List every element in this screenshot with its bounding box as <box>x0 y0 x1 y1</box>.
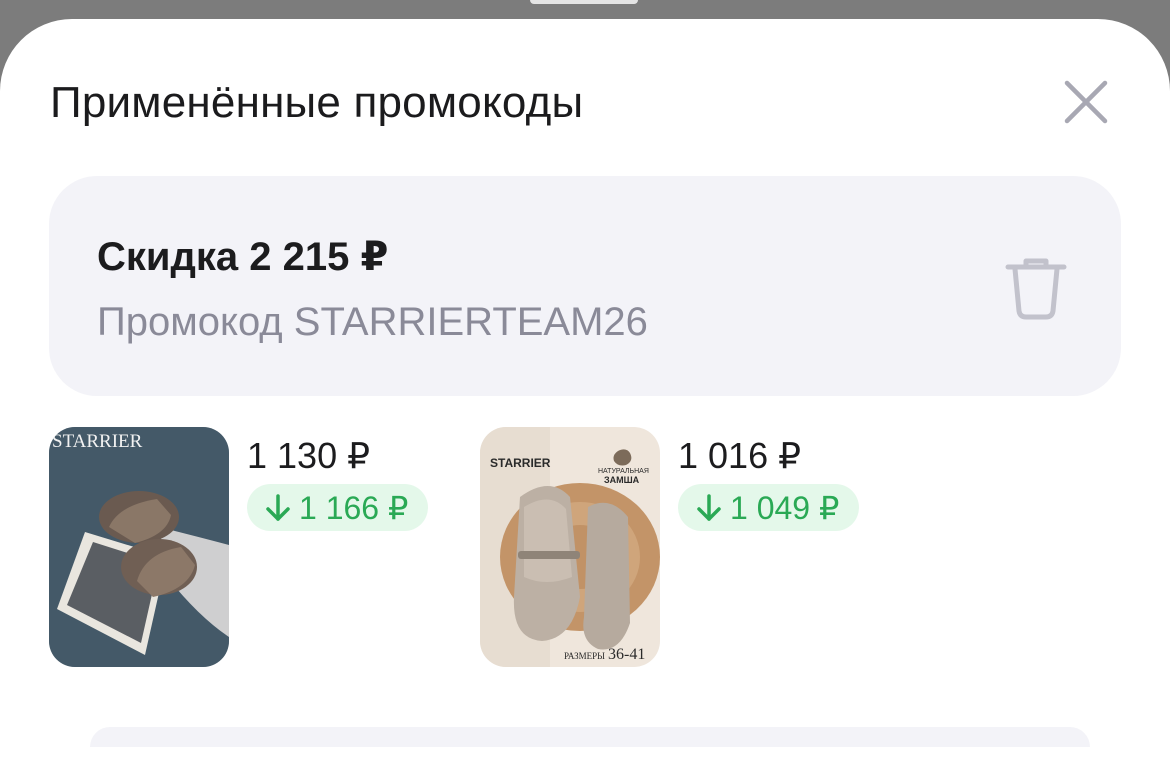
product-image-sneakers[interactable]: STARRIER <box>49 427 229 667</box>
product-badge-line2: ЗАМША <box>604 475 640 485</box>
trash-icon <box>1005 258 1067 320</box>
status-notch <box>530 0 638 4</box>
product-price: 1 016 ₽ <box>678 435 801 476</box>
sheet-title: Применённые промокоды <box>50 78 584 127</box>
close-icon <box>1064 80 1108 124</box>
product-brand-logo: STARRIER <box>52 431 143 452</box>
promo-card: Скидка 2 215 ₽ Промокод STARRIERTEAM26 <box>49 176 1121 396</box>
old-price: 1 049 ₽ <box>730 489 840 526</box>
product-sizes-label: РАЗМЕРЫ <box>564 651 605 661</box>
product-price: 1 130 ₽ <box>247 435 370 476</box>
product-brand-logo: STARRIER <box>490 456 551 470</box>
product-image-loafers[interactable]: STARRIER НАТУРАЛЬНАЯ ЗАМША РАЗМЕРЫ 36-41 <box>480 427 660 667</box>
product-sizes-range: 36-41 <box>608 646 645 663</box>
promo-code: Промокод STARRIERTEAM26 <box>97 300 648 344</box>
arrow-down-icon <box>265 493 291 523</box>
old-price: 1 166 ₽ <box>299 489 409 526</box>
discount-badge: 1 166 ₽ <box>247 484 429 531</box>
discount-badge: 1 049 ₽ <box>678 484 860 531</box>
product-badge-line1: НАТУРАЛЬНАЯ <box>598 468 649 475</box>
arrow-down-icon <box>696 493 722 523</box>
delete-promo-button[interactable] <box>1001 250 1071 326</box>
next-promo-card-edge <box>90 727 1090 747</box>
promo-discount: Скидка 2 215 ₽ <box>97 235 389 279</box>
close-button[interactable] <box>1058 74 1114 130</box>
applied-promocodes-sheet: Применённые промокоды Скидка 2 215 ₽ Про… <box>0 19 1170 759</box>
